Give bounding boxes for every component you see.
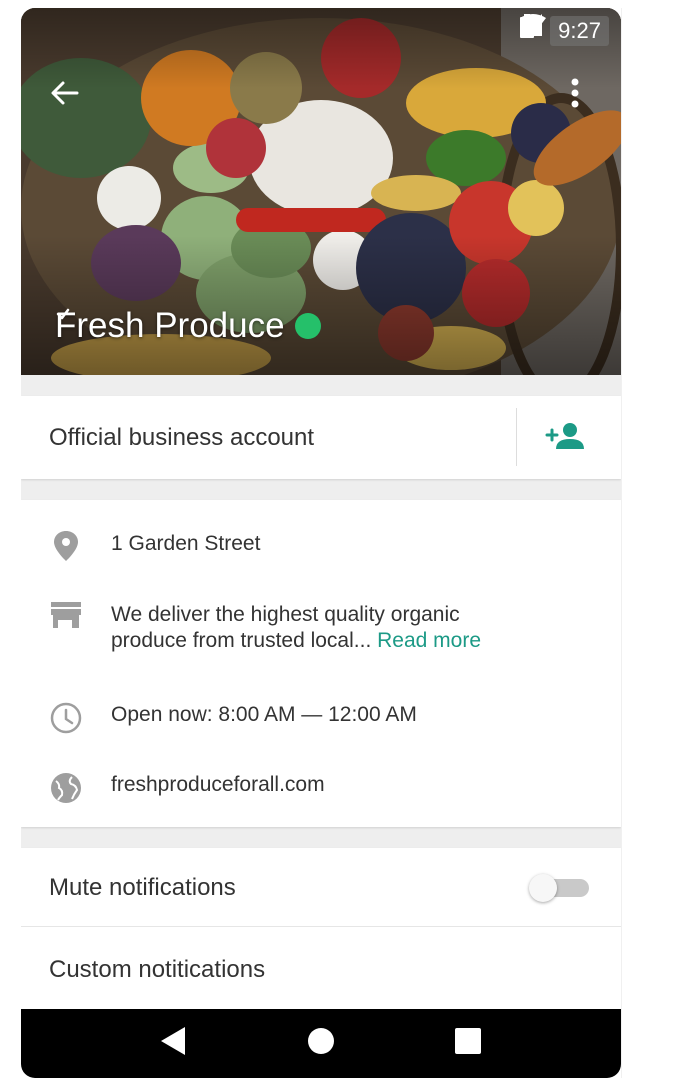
mute-notifications-label: Mute notifications (49, 874, 236, 901)
address-text: 1 Garden Street (111, 532, 261, 555)
add-contact-button[interactable] (541, 410, 589, 466)
nav-back-button[interactable] (154, 1024, 194, 1064)
custom-notifications-label: Custom notitications (49, 956, 266, 983)
person-add-icon (545, 421, 585, 456)
more-options-button[interactable] (571, 78, 601, 118)
location-pin-icon (54, 531, 78, 566)
phone-screen: 9:27 Fresh Produce Official business acc… (21, 8, 621, 1078)
custom-notifications-row[interactable]: Custom notitications (21, 930, 621, 1010)
nav-recents-button[interactable] (448, 1024, 488, 1064)
hours-row: Open now: 8:00 AM — 12:00 AM (21, 702, 621, 739)
description-line-1: We deliver the highest quality organic (111, 603, 460, 626)
globe-icon (50, 772, 82, 809)
settings-card: Mute notifications Custom notitications (21, 848, 621, 1018)
hours-text: Open now: 8:00 AM — 12:00 AM (111, 703, 417, 726)
address-row[interactable]: 1 Garden Street (21, 531, 621, 566)
description-line-2: produce from trusted local... (111, 629, 372, 652)
clock-icon (50, 702, 82, 739)
nav-home-button[interactable] (301, 1024, 341, 1064)
page-gutter (621, 8, 673, 1078)
business-card: Official business account (21, 396, 621, 479)
mute-notifications-toggle[interactable] (529, 874, 591, 902)
store-icon (51, 602, 81, 633)
read-more-link[interactable]: Read more (377, 629, 481, 652)
status-time: 9:27 (550, 16, 609, 46)
back-triangle-icon (161, 1027, 187, 1060)
status-bar: 9:27 (520, 14, 609, 48)
home-circle-icon (307, 1027, 335, 1060)
settings-divider (21, 926, 621, 927)
website-row[interactable]: freshproduceforall.com (21, 772, 621, 809)
verified-check-icon (56, 308, 321, 339)
business-account-label: Official business account (49, 423, 315, 451)
mute-notifications-row[interactable]: Mute notifications (21, 848, 621, 928)
system-nav-bar (21, 1009, 621, 1078)
description-row: We deliver the highest quality organic p… (21, 602, 621, 654)
description-line-2-wrap: produce from trusted local... Read more (111, 628, 481, 654)
page: 9:27 Fresh Produce Official business acc… (0, 0, 673, 1088)
page-title: Fresh Produce (55, 306, 285, 345)
toggle-thumb (529, 874, 557, 902)
title-row: Fresh Produce (55, 306, 321, 346)
header-photo: 9:27 Fresh Produce (21, 8, 621, 375)
info-card: 1 Garden Street We deliver the highest q… (21, 500, 621, 827)
vertical-divider (516, 408, 517, 466)
description-text: We deliver the highest quality organic p… (111, 602, 481, 654)
back-button[interactable] (49, 78, 89, 118)
website-link[interactable]: freshproduceforall.com (111, 772, 325, 798)
recents-square-icon (454, 1028, 481, 1059)
